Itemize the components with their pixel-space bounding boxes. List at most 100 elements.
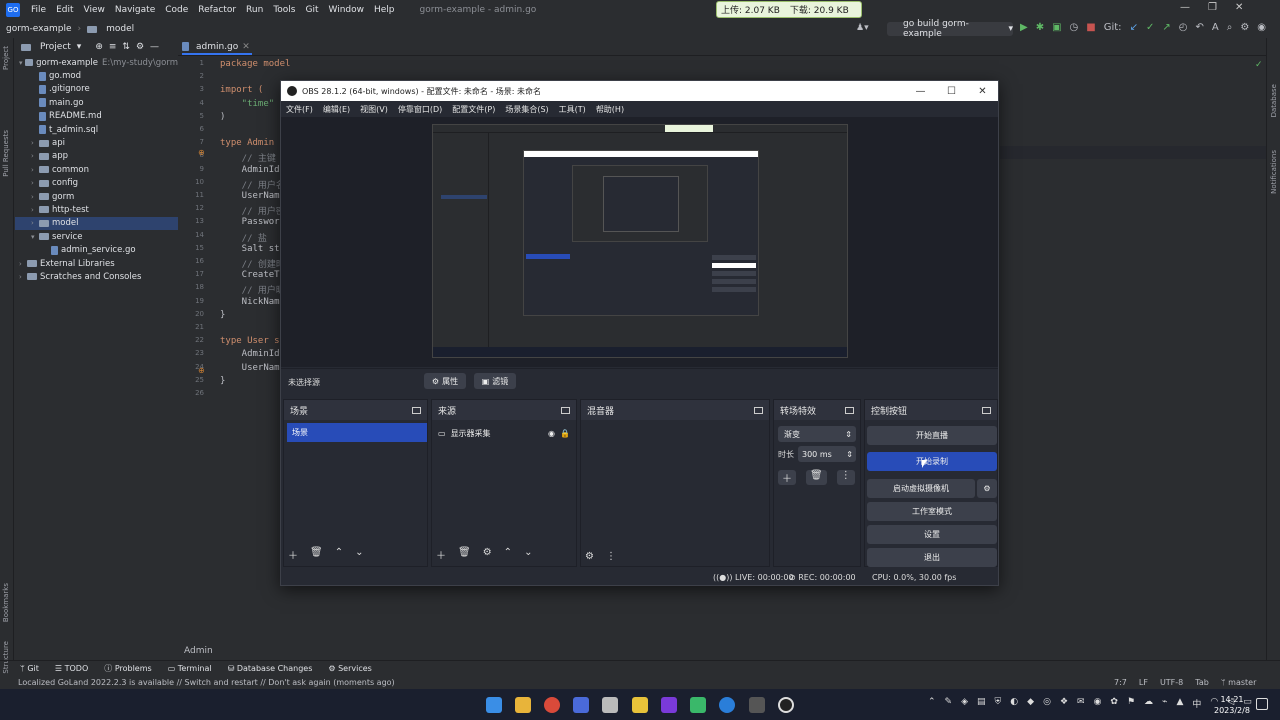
menu-help[interactable]: Help [369, 5, 400, 15]
goland-logo-icon[interactable]: GO [6, 3, 20, 17]
menu-run[interactable]: Run [241, 5, 268, 15]
menu-edit[interactable]: Edit [51, 5, 78, 15]
tree-item[interactable]: › gorm [15, 190, 178, 203]
undock-icon[interactable] [561, 406, 570, 414]
chevron-right-icon[interactable]: › [19, 260, 27, 268]
transition-select[interactable]: 渐变 ⇕ [778, 426, 856, 442]
tree-item[interactable]: ▾ gorm-example E:\my-study\gorm [15, 56, 178, 69]
remove-transition-icon[interactable]: 🗑 [806, 470, 827, 485]
add-source-icon[interactable]: ＋ [436, 547, 446, 562]
obs-menu-help[interactable]: 帮助(H) [596, 104, 624, 115]
tray-app6-icon[interactable]: ◉ [1094, 697, 1102, 711]
hide-icon[interactable]: — [150, 42, 159, 52]
locate-icon[interactable]: ⊕ [95, 42, 103, 52]
chevron-right-icon[interactable]: › [31, 166, 39, 174]
caret-position[interactable]: 7:7 [1114, 678, 1127, 687]
chevron-right-icon[interactable]: › [31, 152, 39, 160]
vtab-notifications[interactable]: Notifications [1270, 150, 1278, 194]
code-line[interactable]: CreateT [220, 270, 280, 280]
vtab-database[interactable]: Database [1270, 84, 1278, 117]
tray-app7-icon[interactable]: ✿ [1110, 697, 1118, 711]
app-go-icon[interactable] [749, 697, 765, 713]
tree-item[interactable]: › http-test [15, 203, 178, 216]
properties-button[interactable]: ⚙ 属性 [424, 373, 466, 389]
chevron-right-icon[interactable]: › [31, 139, 39, 147]
tray-app5-icon[interactable]: ❖ [1060, 697, 1068, 711]
search-icon[interactable]: ⌕ [1227, 22, 1233, 36]
project-label[interactable]: Project [40, 42, 71, 52]
menu-view[interactable]: View [79, 5, 110, 15]
tool-terminal[interactable]: ▭ Terminal [168, 664, 212, 673]
tree-item[interactable]: › Scratches and Consoles [15, 270, 178, 283]
close-icon[interactable]: ✕ [1235, 2, 1243, 13]
tree-item[interactable]: › External Libraries [15, 257, 178, 270]
code-editor[interactable]: package model import ( "time") type Admin … [220, 56, 290, 656]
tray-chevron-icon[interactable]: ⌃ [928, 697, 936, 711]
code-line[interactable]: // 用户名 [220, 178, 285, 191]
obs-close-icon[interactable]: ✕ [967, 81, 998, 101]
user-icon[interactable]: ♟▾ [856, 23, 869, 33]
expand-icon[interactable]: ⇅ [122, 42, 130, 52]
translate-icon[interactable]: A [1212, 22, 1219, 36]
git-branch[interactable]: ᛘ master [1221, 678, 1257, 687]
undock-icon[interactable] [412, 406, 421, 414]
run-config-selector[interactable]: go build gorm-example ▾ [887, 19, 1013, 39]
obs-menu-file[interactable]: 文件(F) [286, 104, 313, 115]
tree-item[interactable]: ▾ service [15, 230, 178, 243]
tray-pen-icon[interactable]: ✎ [945, 697, 953, 711]
ide-logo-icon[interactable]: ◉ [1257, 22, 1266, 36]
chrome-icon[interactable] [544, 697, 560, 713]
exit-button[interactable]: 退出 [867, 548, 997, 567]
tree-item[interactable]: README.md [15, 110, 178, 123]
settings-button[interactable]: 设置 [867, 525, 997, 544]
chevron-right-icon[interactable]: › [31, 206, 39, 214]
duration-input[interactable]: 300 ms ⇕ [798, 446, 856, 462]
obs-preview-canvas[interactable] [432, 124, 848, 358]
add-scene-icon[interactable]: ＋ [288, 547, 298, 562]
eye-icon[interactable]: ◉ [548, 429, 555, 438]
code-line[interactable]: "time" [220, 99, 275, 109]
code-line[interactable]: AdminId [220, 165, 280, 175]
code-line[interactable]: type Admin [220, 138, 274, 148]
undock-icon[interactable] [982, 406, 991, 414]
chevron-right-icon[interactable]: › [31, 219, 39, 227]
menu-git[interactable]: Git [300, 5, 323, 15]
settings-icon[interactable]: ⚙ [1240, 22, 1249, 36]
tree-item[interactable]: main.go [15, 96, 178, 109]
tree-item[interactable]: › app [15, 150, 178, 163]
file-explorer-icon[interactable] [515, 697, 531, 713]
tree-item[interactable]: .gitignore [15, 83, 178, 96]
code-line[interactable]: Salt st [220, 244, 280, 254]
code-line[interactable]: UserNam [220, 191, 280, 201]
code-line[interactable]: // 用户昵 [220, 283, 285, 296]
chevron-right-icon[interactable]: › [19, 273, 27, 281]
breadcrumb-project[interactable]: gorm-example [6, 24, 72, 34]
tray-app8-icon[interactable]: ⚑ [1127, 697, 1135, 711]
undock-icon[interactable] [845, 406, 854, 414]
run-icon[interactable]: ▶ [1020, 22, 1028, 36]
add-transition-icon[interactable]: ＋ [778, 470, 796, 485]
implementation-icon[interactable]: ⊕ [198, 148, 205, 157]
start-recording-button[interactable]: 开始录制 [867, 452, 997, 471]
history-icon[interactable]: ◴ [1179, 22, 1188, 36]
menu-refactor[interactable]: Refactor [193, 5, 241, 15]
menu-window[interactable]: Window [324, 5, 370, 15]
virtual-camera-gear-icon[interactable]: ⚙ [977, 479, 997, 498]
filters-button[interactable]: ▣ 滤镜 [474, 373, 516, 389]
app-pen-icon[interactable] [632, 697, 648, 713]
tray-app10-icon[interactable]: ⌁ [1162, 697, 1167, 711]
undock-icon[interactable] [754, 406, 763, 414]
start-streaming-button[interactable]: 开始直播 [867, 426, 997, 445]
obs-menu-view[interactable]: 视图(V) [360, 104, 388, 115]
code-line[interactable]: NickNam [220, 297, 280, 307]
code-line[interactable]: package model [220, 59, 290, 69]
stop-icon[interactable]: ■ [1086, 22, 1095, 36]
code-line[interactable]: } [220, 376, 225, 386]
tree-item[interactable]: t_admin.sql [15, 123, 178, 136]
debug-icon[interactable]: ✱ [1036, 22, 1044, 36]
menu-tools[interactable]: Tools [268, 5, 300, 15]
obs-menu-scene-collection[interactable]: 场景集合(S) [505, 104, 548, 115]
notification-icon[interactable] [1256, 698, 1268, 710]
file-encoding[interactable]: UTF-8 [1160, 678, 1183, 687]
code-line[interactable]: import ( [220, 85, 263, 95]
